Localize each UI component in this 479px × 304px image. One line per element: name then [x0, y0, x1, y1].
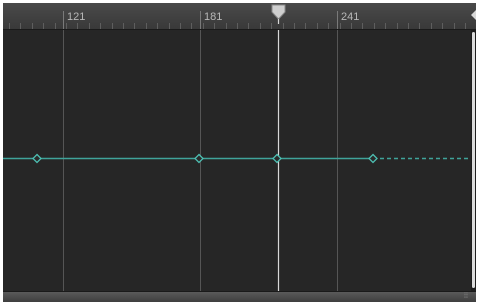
vertical-scrollbar[interactable] [471, 30, 476, 292]
vertical-scroll-thumb[interactable] [472, 32, 475, 288]
ruler-label-181: 181 [204, 11, 223, 23]
keyframe-3[interactable] [272, 153, 282, 164]
keyframe-editor: 121 181 241 ⁞⁞ [3, 3, 476, 302]
keyframe-2[interactable] [194, 153, 204, 164]
scroll-right-arrow-icon[interactable] [471, 9, 476, 21]
grip-icon[interactable]: ⁞⁞ [464, 293, 470, 300]
ruler-label-121: 121 [67, 11, 86, 23]
keyframe-1[interactable] [32, 153, 42, 164]
timeline-ruler[interactable]: 121 181 241 [3, 3, 476, 30]
keyframe-4[interactable] [368, 153, 378, 164]
ruler-label-241: 241 [341, 11, 360, 23]
curve-graph[interactable] [3, 30, 476, 292]
playhead-marker-icon[interactable] [271, 4, 286, 24]
horizontal-scrollbar[interactable]: ⁞⁞ [3, 291, 476, 302]
